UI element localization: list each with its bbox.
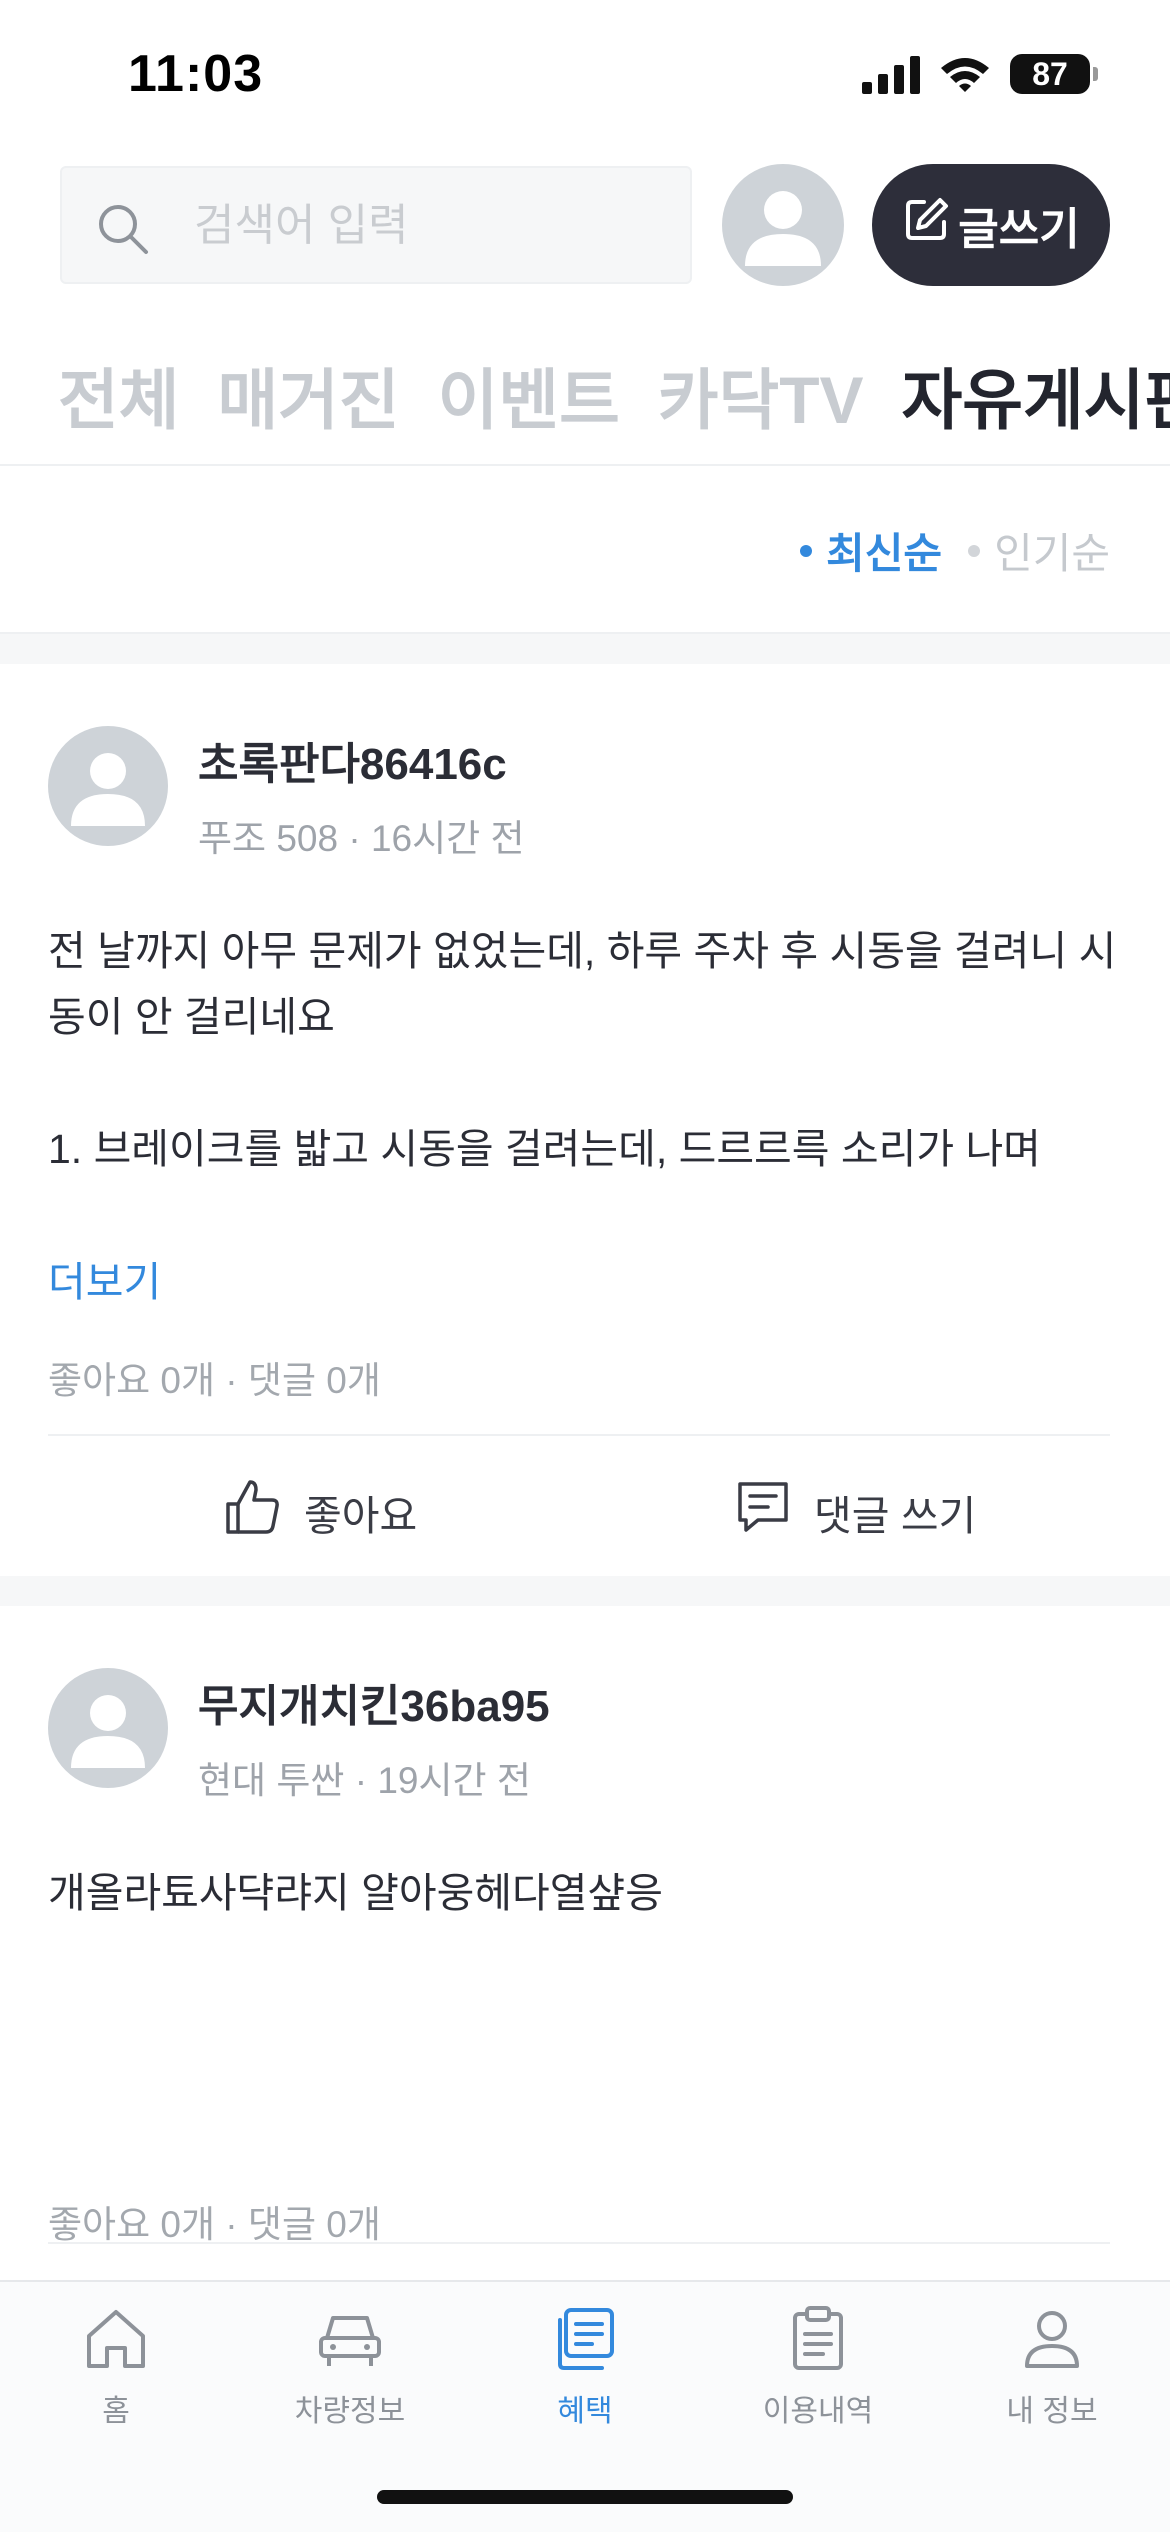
post-card: 초록판다86416c 푸조 508 · 16시간 전 전 날까지 아무 문제가 … bbox=[0, 664, 1170, 1576]
wifi-icon bbox=[941, 58, 989, 92]
profile-avatar[interactable] bbox=[722, 164, 844, 286]
author-name[interactable]: 무지개치킨36ba95 bbox=[198, 1670, 550, 1734]
tab-all[interactable]: 전체 bbox=[58, 347, 179, 443]
sort-popular[interactable]: 인기순 bbox=[968, 520, 1110, 581]
like-button[interactable]: 좋아요 bbox=[224, 1478, 417, 1546]
sort-popular-label: 인기순 bbox=[994, 530, 1110, 577]
post-stats: 좋아요 0개 · 댓글 0개 bbox=[48, 2204, 381, 2245]
nav-home-label: 홈 bbox=[102, 2395, 130, 2428]
author-name[interactable]: 초록판다86416c bbox=[198, 728, 507, 792]
tab-event[interactable]: 이벤트 bbox=[438, 347, 620, 443]
home-icon bbox=[87, 2310, 145, 2368]
more-link[interactable]: 더보기 bbox=[48, 1248, 161, 1308]
home-indicator bbox=[377, 2490, 793, 2504]
author-avatar[interactable] bbox=[48, 726, 168, 846]
status-bar: 11:03 87 bbox=[0, 0, 1170, 150]
like-label: 좋아요 bbox=[304, 1493, 418, 1539]
status-icons: 87 bbox=[862, 54, 1098, 94]
nav-history-label: 이용내역 bbox=[762, 2395, 874, 2428]
nav-home[interactable]: 홈 bbox=[16, 2304, 216, 2430]
tab-magazine[interactable]: 매거진 bbox=[217, 347, 399, 443]
nav-car-info[interactable]: 차량정보 bbox=[250, 2304, 450, 2430]
nav-car-info-label: 차량정보 bbox=[294, 2395, 406, 2428]
clipboard-icon bbox=[793, 2306, 843, 2370]
car-icon bbox=[319, 2316, 381, 2366]
edit-icon bbox=[902, 196, 950, 255]
search-box[interactable] bbox=[60, 166, 692, 284]
post-body[interactable]: 개올라툐사댝랴지 얄아웅헤다열샾응 bbox=[48, 1860, 1122, 1926]
tab-free-board[interactable]: 자유게시판 bbox=[902, 347, 1170, 443]
bullet-icon bbox=[800, 544, 813, 557]
author-avatar[interactable] bbox=[48, 1668, 168, 1788]
person-icon bbox=[1025, 2311, 1079, 2368]
comment-icon bbox=[734, 1478, 792, 1546]
author-meta: 푸조 508 · 16시간 전 bbox=[198, 818, 525, 859]
nav-my-info[interactable]: 내 정보 bbox=[952, 2304, 1152, 2430]
post-stats: 좋아요 0개 · 댓글 0개 bbox=[48, 1360, 381, 1401]
bullet-icon bbox=[968, 544, 981, 557]
battery-indicator: 87 bbox=[1010, 54, 1098, 94]
signal-icon bbox=[862, 56, 920, 94]
nav-history[interactable]: 이용내역 bbox=[718, 2304, 918, 2430]
tab-cardoc-tv[interactable]: 카닥TV bbox=[658, 347, 864, 443]
section-gap bbox=[0, 634, 1170, 664]
post-card: 무지개치킨36ba95 현대 투싼 · 19시간 전 개올라툐사댝랴지 얄아웅헤… bbox=[0, 1606, 1170, 2280]
status-time: 11:03 bbox=[128, 45, 264, 103]
post-body[interactable]: 전 날까지 아무 문제가 없었는데, 하루 주차 후 시동을 걸려니 시동이 안… bbox=[48, 918, 1122, 1182]
nav-benefits[interactable]: 혜택 bbox=[485, 2304, 685, 2430]
comment-button[interactable]: 댓글 쓰기 bbox=[734, 1478, 976, 1546]
comment-label: 댓글 쓰기 bbox=[814, 1493, 977, 1539]
sort-latest[interactable]: 최신순 bbox=[800, 520, 942, 581]
sort-bar: 최신순 인기순 bbox=[0, 466, 1170, 632]
sort-latest-label: 최신순 bbox=[826, 530, 943, 577]
header: 글쓰기 bbox=[0, 160, 1170, 290]
posts-icon bbox=[558, 2308, 614, 2370]
divider bbox=[48, 2242, 1110, 2244]
write-button[interactable]: 글쓰기 bbox=[872, 164, 1110, 286]
search-input[interactable] bbox=[194, 196, 664, 256]
write-button-label: 글쓰기 bbox=[958, 205, 1080, 254]
nav-my-info-label: 내 정보 bbox=[1006, 2395, 1098, 2428]
category-tabs: 전체 매거진 이벤트 카닥TV 자유게시판 bbox=[0, 340, 1170, 450]
author-meta: 현대 투싼 · 19시간 전 bbox=[198, 1760, 531, 1801]
nav-benefits-label: 혜택 bbox=[557, 2395, 613, 2428]
section-gap bbox=[0, 1576, 1170, 1606]
thumbs-up-icon bbox=[224, 1478, 282, 1546]
search-icon bbox=[96, 202, 150, 261]
divider bbox=[48, 1434, 1110, 1436]
